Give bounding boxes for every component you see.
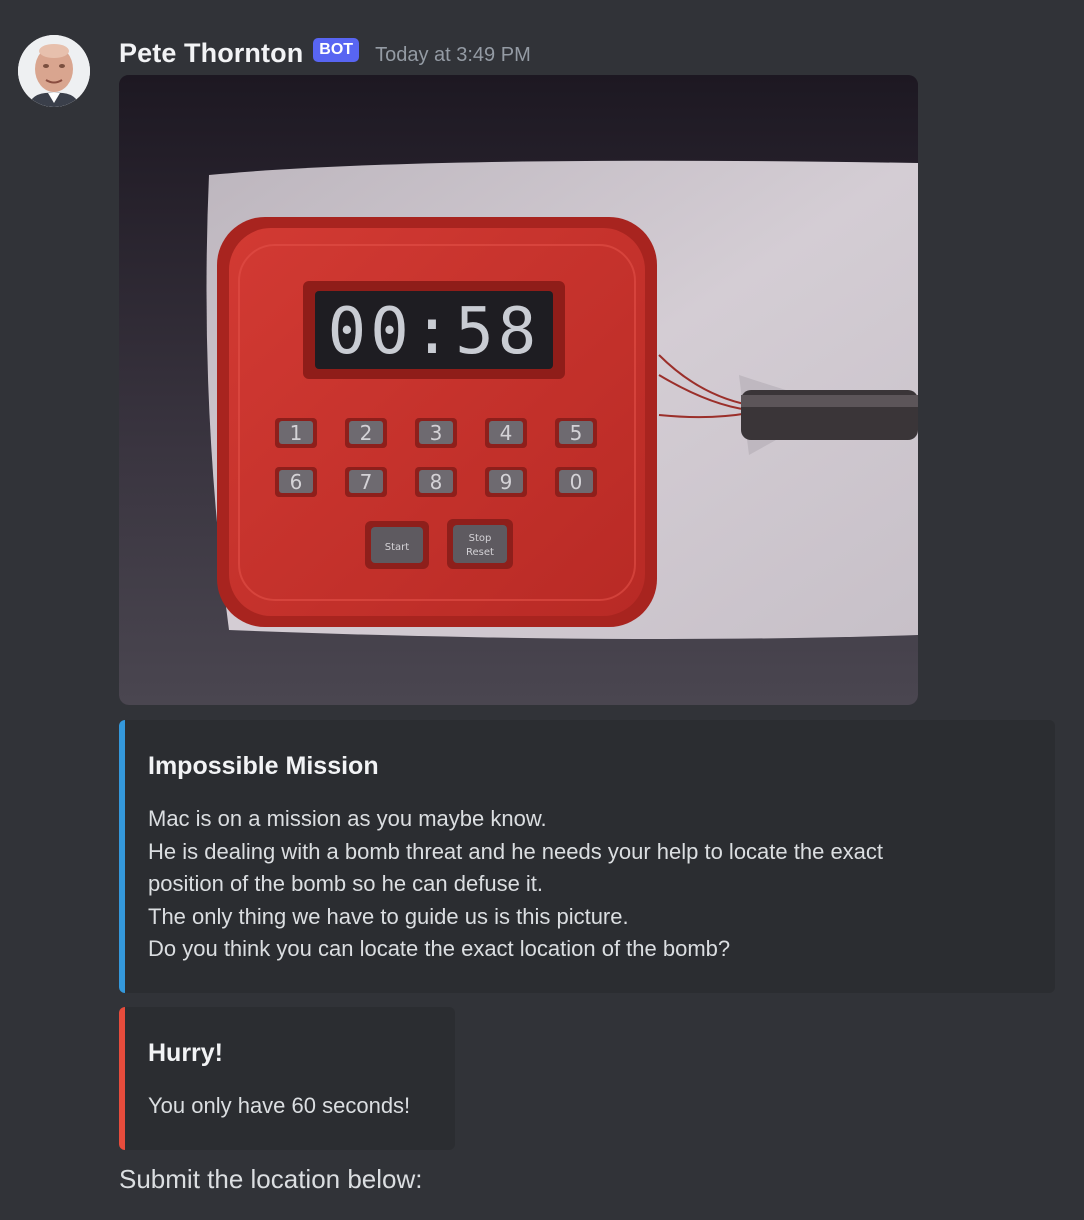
key-4: 4	[500, 421, 513, 445]
start-key-label: Start	[385, 542, 410, 553]
attached-image[interactable]: 00:58 1 2 3 4 5 6 7 8 9 0 Start Stop Res…	[119, 75, 918, 705]
message-timestamp[interactable]: Today at 3:49 PM	[375, 44, 531, 67]
key-5: 5	[570, 421, 583, 445]
key-8: 8	[430, 470, 443, 494]
embed-hurry: Hurry! You only have 60 seconds!	[119, 1007, 455, 1150]
embed-line: You only have 60 seconds!	[148, 1093, 411, 1118]
embed-title: Impossible Mission	[148, 752, 379, 780]
bot-message: Pete Thornton BOT Today at 3:49 PM 00:58…	[0, 0, 1084, 1220]
key-6: 6	[290, 470, 303, 494]
embed-line: He is dealing with a bomb threat and he …	[148, 838, 884, 864]
stop-key-label: Stop	[469, 533, 492, 544]
embed-line: The only thing we have to guide us is th…	[148, 903, 629, 929]
embed-description: You only have 60 seconds!	[148, 1090, 448, 1123]
author-name[interactable]: Pete Thornton	[119, 38, 303, 69]
key-9: 9	[500, 470, 513, 494]
key-2: 2	[360, 421, 373, 445]
bot-badge: BOT	[313, 38, 360, 62]
key-1: 1	[290, 421, 303, 445]
key-0: 0	[570, 470, 583, 494]
key-3: 3	[430, 421, 443, 445]
timer-display-text: 00:58	[328, 295, 541, 369]
embed-accent-bar	[119, 720, 125, 993]
embed-accent-bar	[119, 1007, 125, 1150]
user-avatar-photo-icon	[18, 35, 90, 107]
embed-impossible-mission: Impossible Mission Mac is on a mission a…	[119, 720, 1055, 993]
embed-line: Mac is on a mission as you maybe know.	[148, 806, 547, 831]
author-avatar[interactable]	[18, 35, 90, 107]
key-7: 7	[360, 470, 373, 494]
embed-title: Hurry!	[148, 1039, 224, 1067]
embed-description: Mac is on a mission as you maybe know. H…	[148, 803, 1028, 966]
bomb-timer-image: 00:58 1 2 3 4 5 6 7 8 9 0 Start Stop Res…	[119, 75, 918, 705]
message-header: Pete Thornton BOT Today at 3:49 PM	[119, 33, 531, 73]
embed-line: Do you think you can locate the exact lo…	[148, 936, 731, 961]
reset-key-label: Reset	[466, 547, 494, 558]
message-footer-text: Submit the location below:	[119, 1164, 423, 1194]
embed-line: position of the bomb so he can defuse it…	[148, 871, 544, 896]
